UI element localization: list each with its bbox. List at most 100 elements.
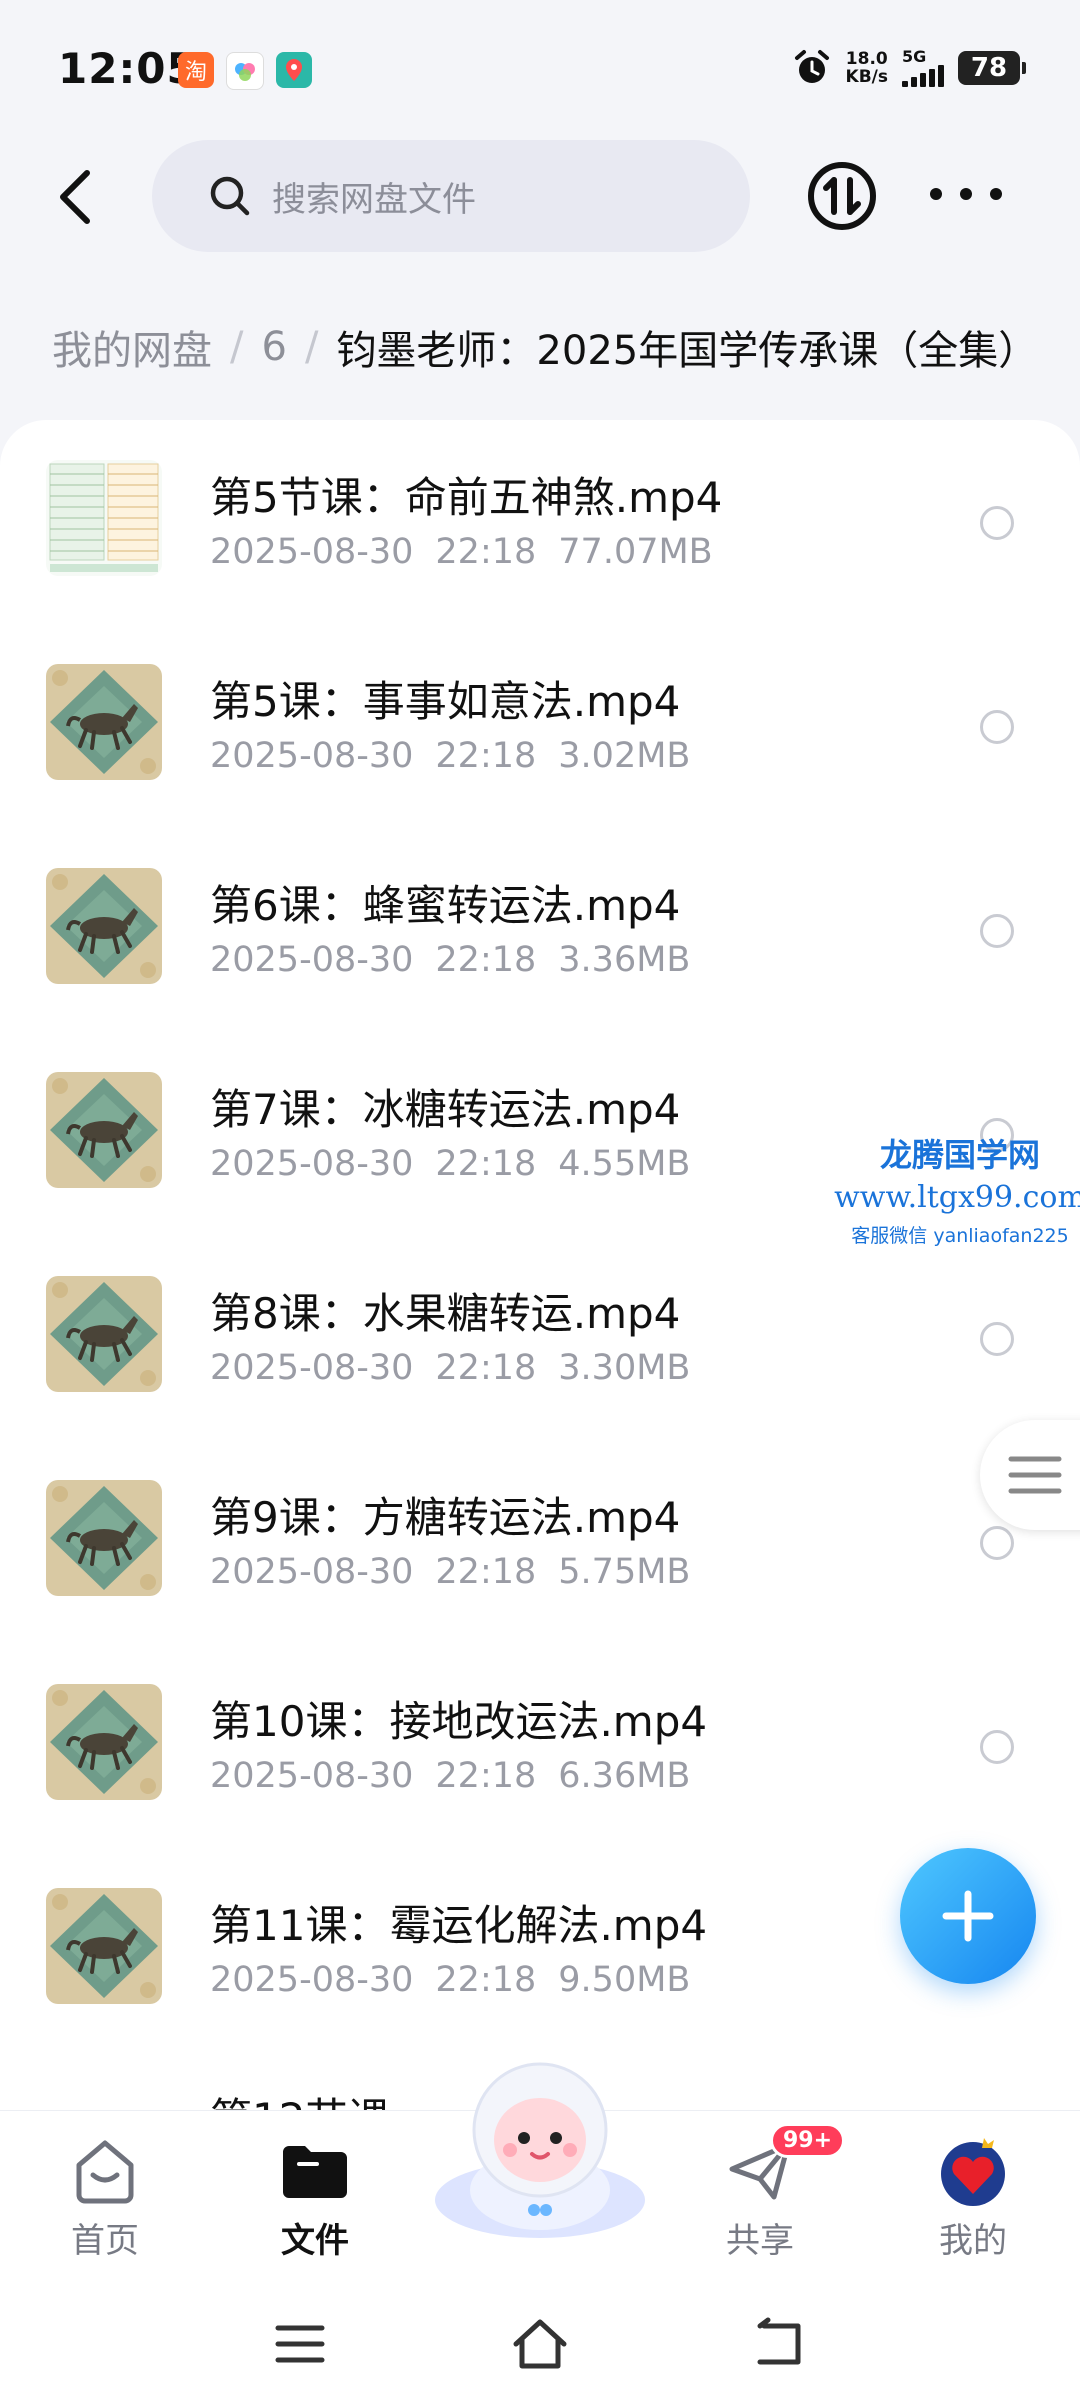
more-dot	[960, 188, 972, 200]
select-checkbox[interactable]	[980, 710, 1014, 744]
file-meta: 2025-08-30 22:18 4.55MB	[210, 1144, 690, 1184]
watermark-title: 龙腾国学网	[879, 1136, 1040, 1174]
watermark-contact: 客服微信 yanliaofan225	[851, 1225, 1069, 1247]
nav-item-files[interactable]: 文件	[240, 2131, 390, 2262]
nav-item-home[interactable]: 首页	[30, 2131, 180, 2262]
back-nav-icon[interactable]	[750, 2314, 810, 2374]
select-checkbox[interactable]	[980, 1526, 1014, 1560]
top-bar: 搜索网盘文件	[0, 140, 1080, 260]
status-indicators: 18.0 KB/s 5G 78	[792, 48, 1026, 88]
file-list: 第12节课 第5节课：命前五神煞.mp4 2025-08-30 22:18 77.07…	[0, 420, 1080, 2110]
file-size: 9.50MB	[558, 1960, 691, 2000]
breadcrumb: 我的网盘 / 6 / 钧墨老师：2025年国学传承课（全集）	[52, 318, 1038, 376]
file-size: 6.36MB	[558, 1756, 691, 1796]
sync-button[interactable]	[804, 158, 880, 234]
file-size: 3.02MB	[558, 736, 691, 776]
partial-file-name: 第12节课	[210, 2085, 389, 2110]
watermark: 龙腾国学网 www.ltgx99.com 客服微信 yanliaofan225	[830, 1130, 1080, 1248]
nav-item-share[interactable]: 99+ 共享	[685, 2123, 846, 2262]
file-time: 22:18	[435, 736, 537, 776]
horse-painting-thumbnail	[46, 1072, 162, 1188]
heart-avatar-icon	[933, 2131, 1013, 2211]
file-time: 22:18	[435, 1144, 537, 1184]
file-date: 2025-08-30	[210, 1552, 414, 1592]
file-date: 2025-08-30	[210, 1348, 414, 1388]
file-meta: 2025-08-30 22:18 9.50MB	[210, 1960, 690, 2000]
signal-label: 5G	[902, 47, 927, 66]
side-menu-handle[interactable]	[980, 1420, 1080, 1530]
status-bar: 12:05 淘 18.0 KB/s 5G 78	[0, 0, 1080, 140]
file-time: 22:18	[435, 532, 537, 572]
select-checkbox[interactable]	[980, 1322, 1014, 1356]
signal-indicator: 5G	[902, 49, 944, 87]
horse-painting-thumbnail	[46, 1888, 162, 2004]
file-time: 22:18	[435, 1348, 537, 1388]
nav-item-me[interactable]: 我的	[898, 2131, 1048, 2262]
horse-painting-thumbnail	[46, 1480, 162, 1596]
breadcrumb-root[interactable]: 我的网盘	[52, 318, 212, 376]
menu-icon	[1008, 1456, 1062, 1494]
sync-icon	[808, 162, 876, 230]
share-icon: 99+	[720, 2123, 846, 2211]
spreadsheet-thumbnail	[46, 460, 162, 576]
network-speed-value: 18.0	[845, 49, 888, 69]
back-arrow-icon	[60, 170, 90, 224]
network-speed-unit: KB/s	[845, 67, 888, 87]
plus-icon	[942, 1890, 994, 1942]
horse-painting-thumbnail	[46, 1684, 162, 1800]
file-meta: 2025-08-30 22:18 5.75MB	[210, 1552, 690, 1592]
nav-label: 文件	[281, 2221, 349, 2261]
file-size: 4.55MB	[558, 1144, 691, 1184]
file-time: 22:18	[435, 1756, 537, 1796]
select-checkbox[interactable]	[980, 914, 1014, 948]
notification-icons: 淘	[178, 52, 312, 90]
horse-painting-thumbnail	[46, 1276, 162, 1392]
file-meta: 2025-08-30 22:18 6.36MB	[210, 1756, 690, 1796]
mascot-icon	[435, 2062, 645, 2238]
file-row[interactable]: 第8课：水果糖转运.mp4 2025-08-30 22:18 3.30MB	[0, 1236, 1080, 1440]
breadcrumb-current: 钧墨老师：2025年国学传承课（全集）	[336, 328, 1039, 374]
file-date: 2025-08-30	[210, 1756, 414, 1796]
search-icon	[210, 176, 250, 216]
more-dot	[990, 188, 1002, 200]
select-checkbox[interactable]	[980, 1730, 1014, 1764]
select-checkbox[interactable]	[980, 506, 1014, 540]
file-meta: 2025-08-30 22:18 3.30MB	[210, 1348, 690, 1388]
home-icon	[65, 2131, 145, 2211]
file-name: 第6课：蜂蜜转运法.mp4	[210, 881, 681, 930]
nav-label: 共享	[726, 2221, 794, 2261]
file-row[interactable]: 第5课：事事如意法.mp4 2025-08-30 22:18 3.02MB	[0, 624, 1080, 828]
file-row[interactable]: 第9课：方糖转运法.mp4 2025-08-30 22:18 5.75MB	[0, 1440, 1080, 1644]
mascot-assistant-button[interactable]	[430, 2050, 650, 2240]
file-size: 3.36MB	[558, 940, 691, 980]
search-placeholder: 搜索网盘文件	[272, 179, 476, 220]
system-navigation-bar	[0, 2290, 1080, 2400]
map-pin-app-icon	[276, 52, 312, 88]
alarm-icon	[794, 50, 829, 83]
folder-icon	[275, 2131, 355, 2211]
file-row[interactable]: 第6课：蜂蜜转运法.mp4 2025-08-30 22:18 3.36MB	[0, 828, 1080, 1032]
nav-label: 首页	[71, 2221, 139, 2261]
add-button[interactable]	[900, 1848, 1036, 1984]
breadcrumb-separator: /	[304, 324, 319, 370]
battery-indicator: 78	[958, 51, 1026, 85]
more-button[interactable]	[930, 174, 1002, 214]
taobao-icon: 淘	[178, 52, 214, 88]
file-row[interactable]: 第5节课：命前五神煞.mp4 2025-08-30 22:18 77.07MB	[0, 420, 1080, 624]
recent-apps-icon[interactable]	[270, 2314, 330, 2374]
file-row[interactable]: 第10课：接地改运法.mp4 2025-08-30 22:18 6.36MB	[0, 1644, 1080, 1848]
file-time: 22:18	[435, 1552, 537, 1592]
search-input[interactable]: 搜索网盘文件	[152, 140, 750, 252]
file-date: 2025-08-30	[210, 736, 414, 776]
file-date: 2025-08-30	[210, 1960, 414, 2000]
breadcrumb-folder[interactable]: 6	[261, 324, 286, 370]
file-size: 77.07MB	[558, 532, 713, 572]
file-name: 第5课：事事如意法.mp4	[210, 677, 681, 726]
home-nav-icon[interactable]	[510, 2314, 570, 2374]
file-meta: 2025-08-30 22:18 3.02MB	[210, 736, 690, 776]
file-date: 2025-08-30	[210, 532, 414, 572]
file-date: 2025-08-30	[210, 940, 414, 980]
more-dot	[930, 188, 942, 200]
file-name: 第7课：冰糖转运法.mp4	[210, 1085, 681, 1134]
back-button[interactable]	[40, 162, 110, 232]
